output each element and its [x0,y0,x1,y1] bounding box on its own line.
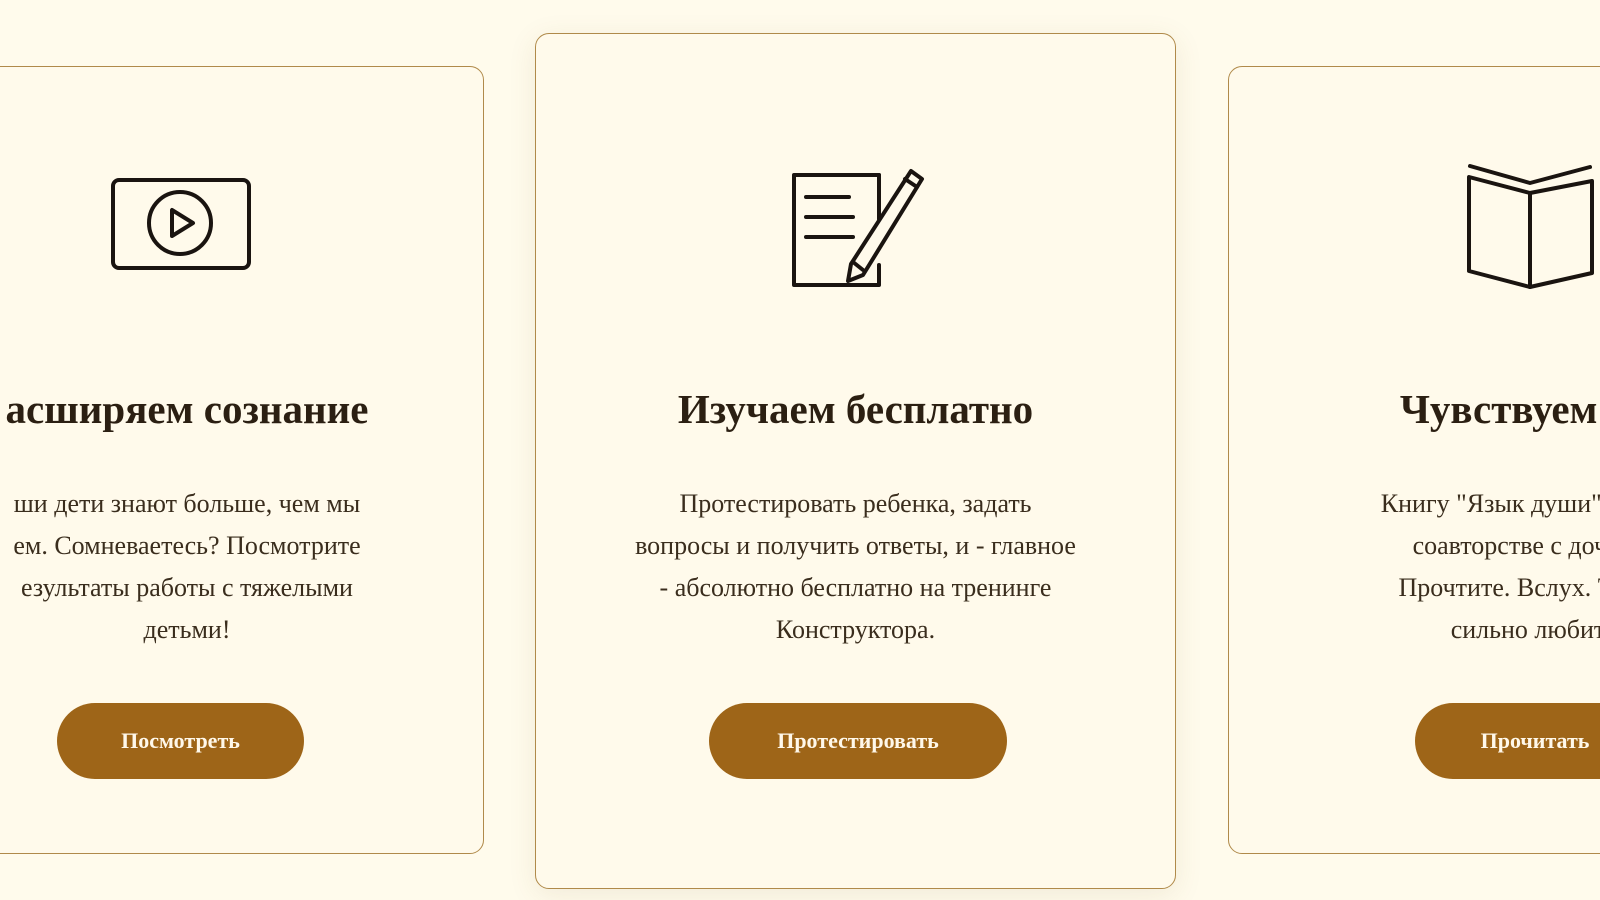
open-book-icon [1466,163,1600,291]
card-description: ши дети знают больше, чем мы ем. Сомнева… [0,483,463,651]
card-text-line: езультаты работы с тяжелыми [21,573,353,602]
card-text-line: детьми! [143,615,231,644]
card-text-line: Книгу "Язык души" Галин [1380,489,1600,518]
card-learn-free: Изучаем бесплатно Протестировать ребенка… [535,33,1176,889]
card-text-line: вопросы и получить ответы, и - главное [635,531,1076,560]
card-text-line: соавторстве с дочерь [1412,531,1600,560]
card-text-line: Прочтите. Вслух. Тому, [1398,573,1600,602]
card-expand-consciousness: асширяем сознание ши дети знают больше, … [0,66,484,854]
card-text-line: - абсолютно бесплатно на тренинге [659,573,1052,602]
card-text-line: сильно любит [1450,615,1600,644]
card-title: Чувствуем му [1399,386,1600,432]
document-pencil-icon [791,167,926,289]
read-button[interactable]: Прочитать [1415,703,1600,779]
card-description: Книгу "Язык души" Галин соавторстве с до… [1269,483,1600,651]
card-text-line: ем. Сомневаетесь? Посмотрите [13,531,361,560]
test-button[interactable]: Протестировать [709,703,1007,779]
card-title: асширяем сознание [5,386,369,432]
card-text-line: Конструктора. [775,615,936,644]
card-feel: Чувствуем му Книгу "Язык души" Галин соа… [1228,66,1600,854]
card-description: Протестировать ребенка, задать вопросы и… [586,483,1125,651]
cards-section: асширяем сознание ши дети знают больше, … [0,0,1600,900]
card-text-line: Протестировать ребенка, задать [679,489,1032,518]
watch-button[interactable]: Посмотреть [57,703,304,779]
card-title: Изучаем бесплатно [677,386,1034,432]
video-play-icon [110,177,252,273]
card-text-line: ши дети знают больше, чем мы [13,489,361,518]
